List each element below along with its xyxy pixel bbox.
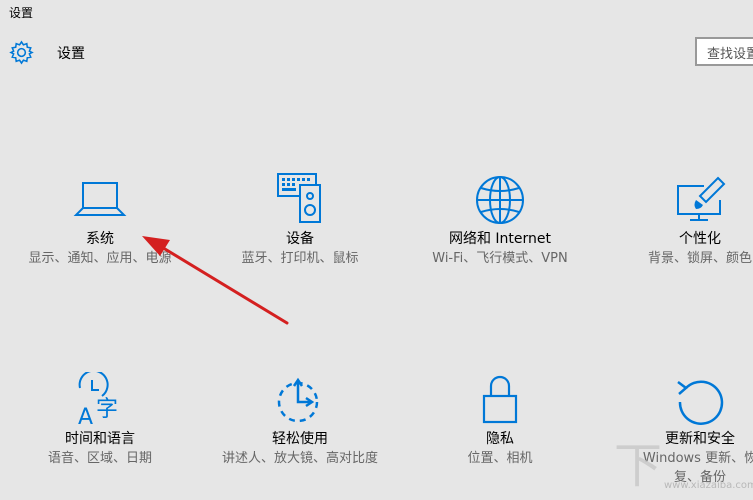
laptop-icon [73, 182, 127, 216]
tile-description: Wi-Fi、飞行模式、VPN [432, 251, 568, 266]
page-title: 设置 [57, 46, 85, 62]
globe-icon [476, 176, 524, 224]
window-title: 设置 [9, 6, 34, 20]
gear-icon[interactable] [9, 40, 34, 65]
tile-devices[interactable]: 设备 蓝牙、打印机、鼠标 [215, 172, 385, 268]
tile-network[interactable]: 网络和 Internet Wi-Fi、飞行模式、VPN [415, 172, 585, 268]
tile-system[interactable]: 系统 显示、通知、应用、电源 [15, 172, 185, 268]
svg-text:A: A [78, 405, 93, 428]
tile-privacy[interactable]: 隐私 位置、相机 [415, 372, 585, 468]
tile-description: 讲述人、放大镜、高对比度 [221, 451, 378, 466]
lock-icon [482, 375, 518, 424]
svg-text:字: 字 [96, 397, 118, 422]
refresh-icon [677, 380, 724, 425]
tile-title: 设备 [286, 231, 314, 247]
search-input[interactable]: 查找设置 [695, 37, 753, 66]
watermark-url: www.xiazaiba.com [664, 480, 753, 491]
tile-title: 个性化 [679, 231, 721, 247]
tile-title: 系统 [86, 231, 114, 247]
watermark: 下 www.xiazaiba.com [612, 442, 753, 500]
tile-description: 显示、通知、应用、电源 [28, 251, 172, 266]
tile-title: 网络和 Internet [448, 231, 552, 247]
ease-of-access-icon [277, 377, 319, 423]
tile-description: 背景、锁屏、颜色 [647, 251, 752, 266]
watermark-logo: 下 [614, 438, 663, 494]
tile-title: 时间和语言 [65, 431, 135, 447]
tile-personalization[interactable]: 个性化 背景、锁屏、颜色 [615, 172, 753, 268]
clock-language-icon: A 字 [78, 372, 118, 428]
tile-description: 位置、相机 [467, 451, 533, 466]
tile-title: 隐私 [486, 431, 514, 447]
tile-time-language[interactable]: A 字 时间和语言 语音、区域、日期 [15, 372, 185, 468]
tile-description: 语音、区域、日期 [47, 451, 152, 466]
keyboard-speaker-icon [277, 173, 321, 223]
tile-ease-of-access[interactable]: 轻松使用 讲述人、放大镜、高对比度 [215, 372, 385, 468]
paint-monitor-icon [677, 176, 726, 221]
tile-title: 轻松使用 [272, 431, 328, 447]
tile-description: 蓝牙、打印机、鼠标 [241, 251, 359, 266]
